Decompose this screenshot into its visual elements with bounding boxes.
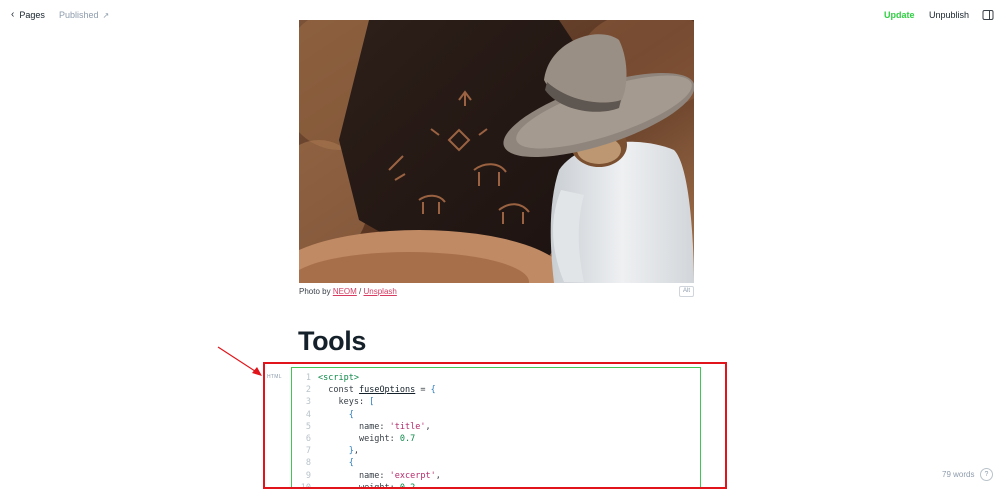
- section-heading[interactable]: Tools: [298, 326, 366, 357]
- back-to-pages-link[interactable]: ‹ Pages: [11, 9, 45, 21]
- caption-prefix: Photo by: [299, 287, 333, 296]
- feature-image[interactable]: [299, 20, 694, 283]
- caption-author-link[interactable]: NEOM: [333, 287, 357, 296]
- update-button[interactable]: Update: [884, 10, 915, 20]
- help-icon[interactable]: ?: [980, 468, 993, 481]
- publish-status: Published ↗: [59, 10, 109, 20]
- external-link-icon[interactable]: ↗: [103, 11, 110, 20]
- image-caption: Photo by NEOM / Unsplash: [299, 287, 397, 296]
- unpublish-button[interactable]: Unpublish: [929, 10, 969, 20]
- back-link-label: Pages: [19, 10, 45, 20]
- sidebar-toggle-icon[interactable]: [982, 9, 994, 21]
- annotation-arrow-icon: [217, 346, 262, 376]
- caption-source-link[interactable]: Unsplash: [363, 287, 396, 296]
- chevron-left-icon: ‹: [11, 9, 15, 20]
- publish-status-label: Published: [59, 10, 99, 20]
- alt-text-button[interactable]: Alt: [679, 286, 694, 297]
- annotation-highlight-box: [263, 362, 727, 489]
- word-count: 79 words: [942, 470, 975, 479]
